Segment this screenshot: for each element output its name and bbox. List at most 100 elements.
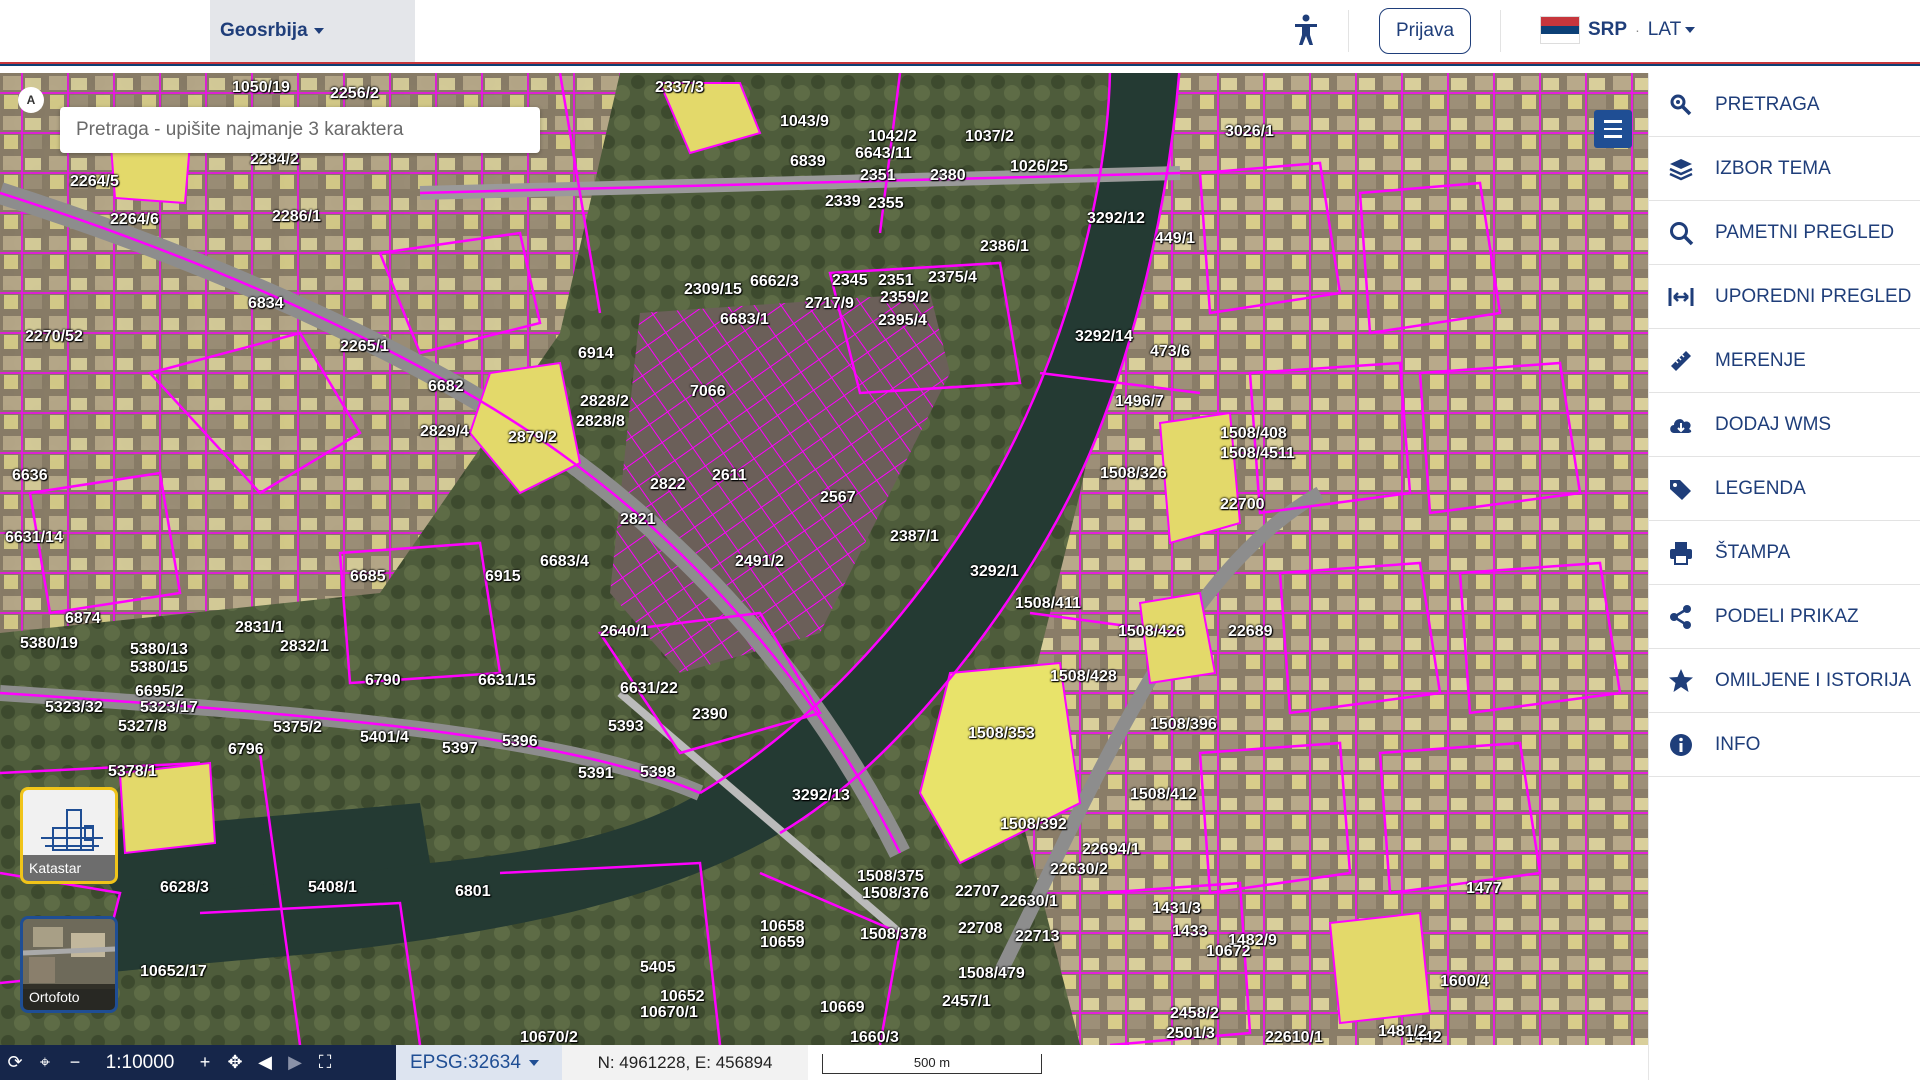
north-arrow-icon[interactable]: A xyxy=(18,87,44,113)
tools-panel: PRETRAGA IZBOR TEMA PAMETNI PREGLED UPOREDN… xyxy=(1648,73,1920,1080)
parcel-number-label: 2395/4 xyxy=(878,312,927,329)
panel-item--tampa[interactable]: ŠTAMPA xyxy=(1649,521,1920,585)
parcel-number-label: 1508/353 xyxy=(968,725,1035,742)
parcel-number-label: 2256/2 xyxy=(330,85,379,102)
panel-item-omiljene-i-istorija[interactable]: OMILJENE I ISTORIJA xyxy=(1649,649,1920,713)
katastar-layer-toggle[interactable]: Katastar xyxy=(20,787,118,884)
parcel-number-label: 1508/392 xyxy=(1000,816,1067,833)
parcel-number-label: 2822 xyxy=(650,476,686,493)
scale-value[interactable]: 1:10000 xyxy=(90,1052,190,1074)
zoom-in-button[interactable]: + xyxy=(190,1045,220,1080)
parcel-number-label: 6834 xyxy=(248,295,284,312)
panel-item-label: IZBOR TEMA xyxy=(1715,157,1831,179)
script-label: LAT xyxy=(1647,19,1682,40)
parcel-number-label: 1433 xyxy=(1172,923,1208,940)
parcel-number-label: 6801 xyxy=(455,883,491,900)
parcel-number-label: 6685 xyxy=(350,568,386,585)
zoom-out-button[interactable]: − xyxy=(60,1045,90,1080)
parcel-number-label: 2387/1 xyxy=(890,528,939,545)
parcel-number-label: 22713 xyxy=(1015,928,1060,945)
panel-item-dodaj-wms[interactable]: DODAJ WMS xyxy=(1649,393,1920,457)
panel-item-legenda[interactable]: LEGENDA xyxy=(1649,457,1920,521)
map-search-box[interactable] xyxy=(60,107,540,153)
parcel-number-label: 22630/2 xyxy=(1050,861,1108,878)
locate-icon[interactable]: ⌖ xyxy=(30,1045,60,1080)
panel-item-label: PAMETNI PREGLED xyxy=(1715,221,1895,243)
star-icon xyxy=(1669,668,1693,692)
accessibility-icon[interactable] xyxy=(1292,14,1320,46)
ortofoto-layer-toggle[interactable]: Ortofoto xyxy=(20,916,118,1013)
parcel-number-label: 6796 xyxy=(228,741,264,758)
parcel-number-label: 10672 xyxy=(1206,943,1251,960)
search-pin-icon xyxy=(1670,94,1692,115)
chevron-down-icon xyxy=(528,1059,539,1066)
panel-item-pametni-pregled[interactable]: PAMETNI PREGLED xyxy=(1649,201,1920,265)
next-view-icon[interactable]: ▶ xyxy=(280,1045,310,1080)
parcel-number-label: 1508/426 xyxy=(1118,623,1185,640)
parcel-number-label: 22708 xyxy=(958,920,1003,937)
previous-view-icon[interactable]: ◀ xyxy=(250,1045,280,1080)
parcel-number-label: 6790 xyxy=(365,672,401,689)
parcel-number-label: 2351 xyxy=(860,167,896,184)
chevron-down-icon xyxy=(313,28,324,34)
zoom-extent-icon[interactable]: ✥ xyxy=(220,1045,250,1080)
parcel-number-label: 3292/14 xyxy=(1075,328,1133,345)
parcel-number-label: 6683/1 xyxy=(720,311,769,328)
panel-item-podeli-prikaz[interactable]: PODELI PRIKAZ xyxy=(1649,585,1920,649)
map-canvas[interactable]: 1050/19 2256/2 2337/3 1043/9 1042/2 1037/2 664… xyxy=(0,73,1648,1045)
parcel-number-label: 10659 xyxy=(760,934,805,951)
geosrbija-label: Geosrbija xyxy=(220,20,308,41)
panel-item-uporedni-pregled[interactable]: UPOREDNI PREGLED xyxy=(1649,265,1920,329)
parcel-number-label: 1508/378 xyxy=(860,926,927,943)
parcel-number-label: 5391 xyxy=(578,765,614,782)
parcel-number-label: 6631/15 xyxy=(478,672,536,689)
parcel-number-label: 5397 xyxy=(442,740,478,757)
parcel-number-label: 22694/1 xyxy=(1082,841,1140,858)
compare-icon xyxy=(1668,287,1694,306)
parcel-number-label: 2339 xyxy=(825,193,861,210)
parcel-number-label: 1043/9 xyxy=(780,113,829,130)
hamburger-menu-button[interactable] xyxy=(1594,110,1632,148)
parcel-number-label: 6662/3 xyxy=(750,273,799,290)
fullscreen-icon[interactable]: ⛶ xyxy=(310,1045,340,1080)
parcel-number-label: 10669 xyxy=(820,999,865,1016)
panel-item-label: PODELI PRIKAZ xyxy=(1715,605,1859,627)
language-selector[interactable]: SRP · LAT xyxy=(1540,14,1696,46)
parcel-number-label: 1431/3 xyxy=(1152,900,1201,917)
panel-item-pretraga[interactable]: PRETRAGA xyxy=(1649,73,1920,137)
parcel-number-label: 2640/1 xyxy=(600,623,649,640)
parcel-number-label: 6695/2 xyxy=(135,683,184,700)
refresh-icon[interactable]: ⟳ xyxy=(0,1045,30,1080)
search-input[interactable] xyxy=(76,119,540,141)
parcel-number-label: 22610/1 xyxy=(1265,1029,1323,1045)
panel-item-label: INFO xyxy=(1715,733,1761,755)
share-icon xyxy=(1670,604,1691,629)
parcel-number-label: 1508/326 xyxy=(1100,465,1167,482)
parcel-number-label: 6682 xyxy=(428,378,464,395)
parcel-number-label: 1026/25 xyxy=(1010,158,1068,175)
print-icon xyxy=(1670,541,1692,565)
parcel-number-label: 5396 xyxy=(502,733,538,750)
panel-item-label: PRETRAGA xyxy=(1715,93,1820,115)
panel-item-izbor-tema[interactable]: IZBOR TEMA xyxy=(1649,137,1920,201)
projection-dropdown[interactable]: EPSG:32634 xyxy=(396,1045,562,1080)
parcel-number-label: 22700 xyxy=(1220,496,1265,513)
parcel-number-label: 2284/2 xyxy=(250,151,299,168)
magnifier-icon xyxy=(1670,221,1694,245)
parcel-number-label: 5398 xyxy=(640,764,676,781)
panel-item-label: LEGENDA xyxy=(1715,477,1806,499)
login-button[interactable]: Prijava xyxy=(1379,8,1471,54)
parcel-number-label: 1660/3 xyxy=(850,1029,899,1045)
parcel-number-label: 2386/1 xyxy=(980,238,1029,255)
panel-item-info[interactable]: INFO xyxy=(1649,713,1920,777)
divider xyxy=(1500,10,1501,52)
parcel-number-label: 10670/2 xyxy=(520,1029,578,1045)
panel-item-merenje[interactable]: MERENJE xyxy=(1649,329,1920,393)
geosrbija-dropdown[interactable]: Geosrbija xyxy=(210,0,415,62)
script-dropdown[interactable]: LAT xyxy=(1647,19,1696,41)
parcel-number-label: 3292/12 xyxy=(1087,210,1145,227)
map-controls: ⟳ ⌖ − 1:10000 + ✥ ◀ ▶ ⛶ xyxy=(0,1045,396,1080)
parcel-number-label: 1481/2 xyxy=(1378,1023,1427,1040)
parcel-number-label: 1037/2 xyxy=(965,128,1014,145)
parcel-number-label: 2265/1 xyxy=(340,338,389,355)
